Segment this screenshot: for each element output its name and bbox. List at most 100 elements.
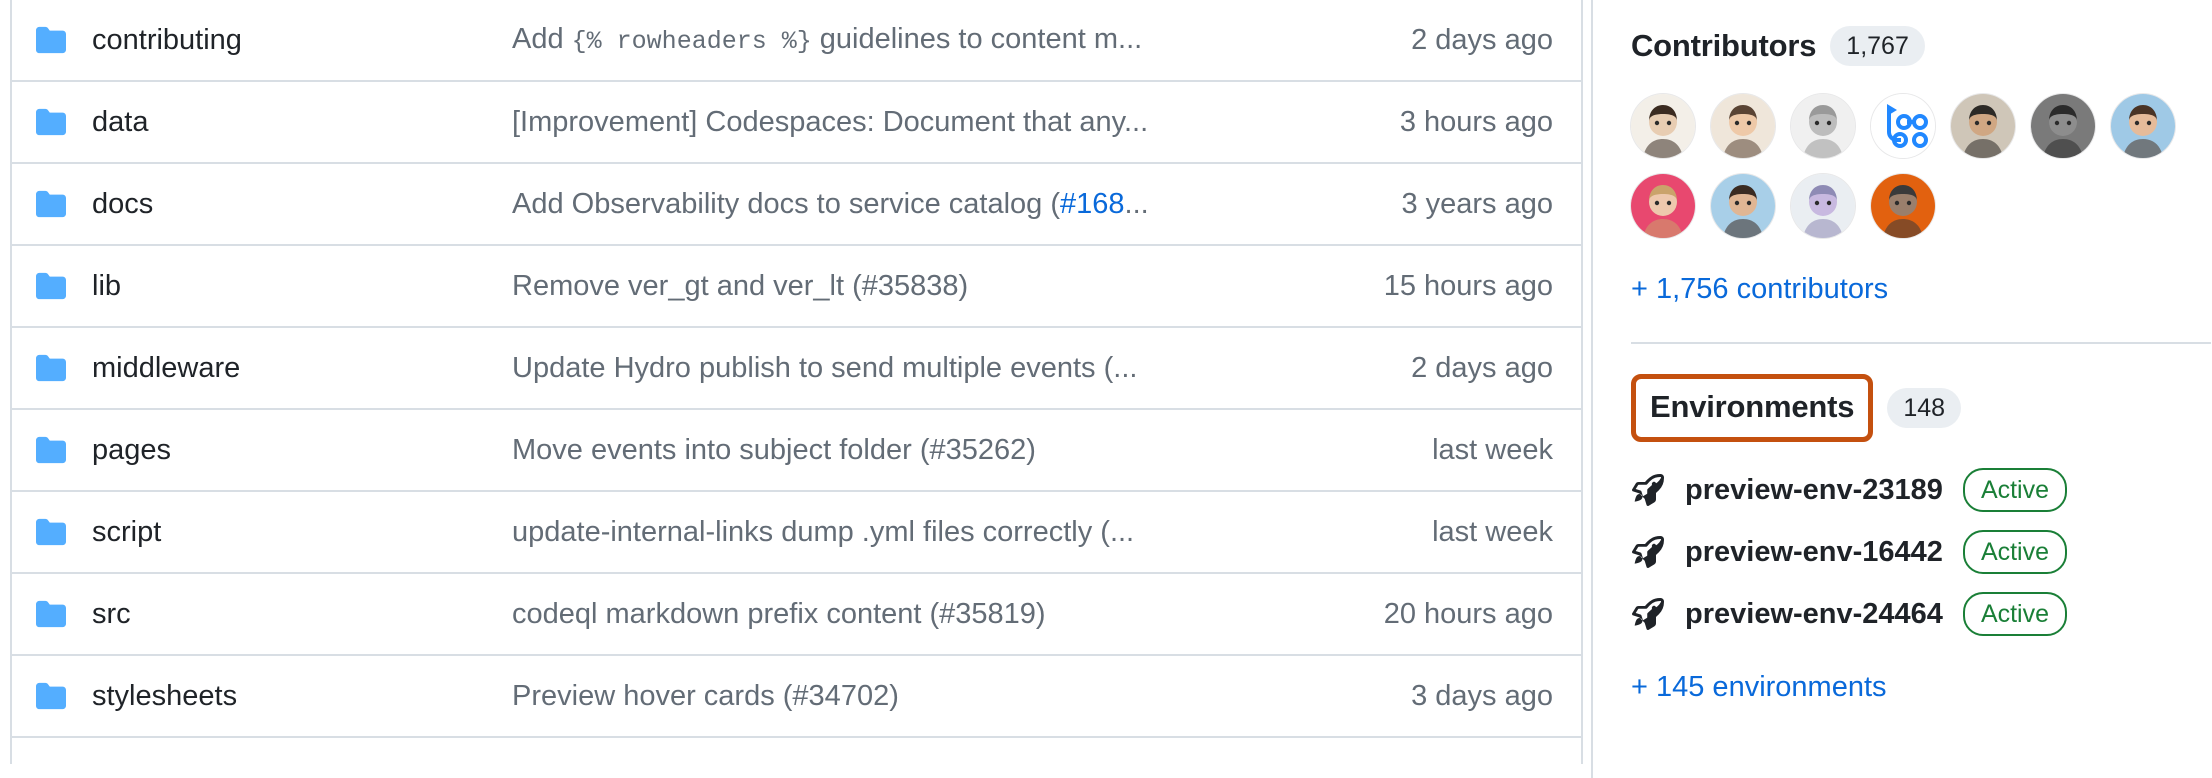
environment-row[interactable]: preview-env-16442 Active bbox=[1631, 530, 2212, 574]
truncation-ellipsis: ... bbox=[1124, 188, 1149, 220]
environment-row[interactable]: preview-env-24464 Active bbox=[1631, 592, 2212, 636]
commit-text: Remove ver_gt and ver_lt (#35838) bbox=[512, 270, 969, 302]
folder-icon bbox=[34, 435, 68, 465]
truncation-ellipsis: ... bbox=[1109, 516, 1135, 548]
status-badge: Active bbox=[1962, 468, 2068, 512]
contributors-header: Contributors 1,767 bbox=[1631, 0, 2212, 66]
table-row[interactable]: docs Add Observability docs to service ca… bbox=[12, 162, 1581, 244]
environments-count-badge: 148 bbox=[1887, 388, 1962, 428]
file-list-panel: contributing Add {% rowheaders %} guideli… bbox=[0, 0, 1593, 778]
commit-date: 2 days ago bbox=[1411, 24, 1553, 56]
commit-message-link[interactable]: codeql markdown prefix content (#35819) bbox=[512, 596, 1291, 632]
commit-text: Add bbox=[512, 22, 572, 55]
commit-message-link[interactable]: Move events into subject folder (#35262) bbox=[512, 432, 1291, 468]
folder-icon bbox=[34, 271, 68, 301]
table-row[interactable]: data [Improvement] Codespaces: Document t… bbox=[12, 80, 1581, 162]
commit-message-link[interactable]: Remove ver_gt and ver_lt (#35838) bbox=[512, 268, 1291, 304]
environments-title[interactable]: Environments bbox=[1650, 388, 1855, 426]
rocket-icon bbox=[1631, 473, 1665, 507]
environment-name-link[interactable]: preview-env-16442 bbox=[1685, 535, 1943, 569]
avatar[interactable] bbox=[1791, 94, 1855, 158]
commit-date: 20 hours ago bbox=[1383, 598, 1553, 630]
commit-date: last week bbox=[1432, 434, 1553, 466]
commit-date: 3 days ago bbox=[1411, 680, 1553, 712]
file-name-link[interactable]: stylesheets bbox=[92, 679, 512, 713]
avatar[interactable] bbox=[2111, 94, 2175, 158]
commit-inline-code: {% rowheaders %} bbox=[571, 26, 812, 56]
contributor-avatar-list bbox=[1631, 94, 2191, 238]
file-name-link[interactable]: middleware bbox=[92, 351, 512, 385]
commit-text: [Improvement] Codespaces: Document that … bbox=[512, 106, 1124, 138]
avatar[interactable] bbox=[1951, 94, 2015, 158]
table-row[interactable] bbox=[12, 736, 1581, 764]
table-row[interactable]: contributing Add {% rowheaders %} guideli… bbox=[12, 0, 1581, 80]
rocket-icon bbox=[1631, 597, 1665, 631]
environment-name-link[interactable]: preview-env-24464 bbox=[1685, 597, 1943, 631]
rocket-icon bbox=[1631, 535, 1665, 569]
table-row[interactable]: lib Remove ver_gt and ver_lt (#35838) 15 h… bbox=[12, 244, 1581, 326]
commit-text: Update Hydro publish to send multiple ev… bbox=[512, 352, 1114, 384]
environments-header: Environments 148 bbox=[1631, 374, 2212, 442]
environment-row[interactable]: preview-env-23189 Active bbox=[1631, 468, 2212, 512]
folder-icon bbox=[34, 25, 68, 55]
table-row[interactable]: script update-internal-links dump .yml fi… bbox=[12, 490, 1581, 572]
file-name-link[interactable]: pages bbox=[92, 433, 512, 467]
file-name-link[interactable]: data bbox=[92, 105, 512, 139]
environment-list: preview-env-23189 Active preview-env-16442… bbox=[1631, 468, 2212, 636]
file-table: contributing Add {% rowheaders %} guideli… bbox=[10, 0, 1583, 764]
commit-text: Add Observability docs to service catalo… bbox=[512, 188, 1061, 220]
environment-name-link[interactable]: preview-env-23189 bbox=[1685, 473, 1943, 507]
avatar[interactable] bbox=[1871, 174, 1935, 238]
file-name-link[interactable]: lib bbox=[92, 269, 512, 303]
commit-text: codeql markdown prefix content (#35819) bbox=[512, 598, 1046, 630]
commit-message-link[interactable]: Preview hover cards (#34702) bbox=[512, 678, 1291, 714]
file-name-link[interactable]: contributing bbox=[92, 23, 512, 57]
commit-date: 3 hours ago bbox=[1399, 106, 1553, 138]
contributors-count-badge: 1,767 bbox=[1830, 26, 1925, 66]
more-environments-link[interactable]: + 145 environments bbox=[1631, 670, 1887, 704]
contributors-section: Contributors 1,767 + 1,756 contributors bbox=[1631, 0, 2212, 306]
commit-date: 3 years ago bbox=[1401, 188, 1553, 220]
avatar[interactable] bbox=[1711, 174, 1775, 238]
status-badge: Active bbox=[1962, 592, 2068, 636]
repository-sidebar: Contributors 1,767 + 1,756 contributors … bbox=[1593, 0, 2212, 778]
avatar[interactable] bbox=[1631, 174, 1695, 238]
table-row[interactable]: pages Move events into subject folder (#3… bbox=[12, 408, 1581, 490]
folder-icon bbox=[34, 107, 68, 137]
truncation-ellipsis: ... bbox=[1118, 22, 1143, 55]
commit-date: 15 hours ago bbox=[1383, 270, 1553, 302]
avatar[interactable] bbox=[1791, 174, 1855, 238]
commit-message-link[interactable]: [Improvement] Codespaces: Document that … bbox=[512, 104, 1291, 140]
file-name-link[interactable]: docs bbox=[92, 187, 512, 221]
commit-message-link[interactable]: update-internal-links dump .yml files co… bbox=[512, 514, 1291, 550]
folder-icon bbox=[34, 189, 68, 219]
truncation-ellipsis: ... bbox=[1124, 106, 1149, 138]
repository-file-browser: contributing Add {% rowheaders %} guideli… bbox=[0, 0, 2212, 778]
avatar[interactable] bbox=[2031, 94, 2095, 158]
avatar[interactable] bbox=[1871, 94, 1935, 158]
truncation-ellipsis: ... bbox=[1113, 352, 1138, 384]
more-contributors-link[interactable]: + 1,756 contributors bbox=[1631, 272, 1888, 306]
table-row[interactable]: stylesheets Preview hover cards (#34702) 3… bbox=[12, 654, 1581, 736]
issue-reference-link[interactable]: #168 bbox=[1060, 188, 1125, 220]
commit-text-cont: guidelines to content m bbox=[811, 22, 1119, 55]
folder-icon bbox=[34, 517, 68, 547]
avatar[interactable] bbox=[1631, 94, 1695, 158]
file-name-link[interactable]: script bbox=[92, 515, 512, 549]
environments-title-highlight: Environments bbox=[1631, 374, 1874, 442]
avatar[interactable] bbox=[1711, 94, 1775, 158]
sidebar-divider bbox=[1631, 342, 2211, 344]
folder-icon bbox=[34, 599, 68, 629]
table-row[interactable]: src codeql markdown prefix content (#3581… bbox=[12, 572, 1581, 654]
commit-message-link[interactable]: Add {% rowheaders %} guidelines to conte… bbox=[512, 21, 1291, 60]
commit-date: last week bbox=[1432, 516, 1553, 548]
commit-message-link[interactable]: Add Observability docs to service catalo… bbox=[512, 186, 1291, 222]
contributors-title[interactable]: Contributors bbox=[1631, 27, 1816, 65]
table-row[interactable]: middleware Update Hydro publish to send m… bbox=[12, 326, 1581, 408]
file-name-link[interactable]: src bbox=[92, 597, 512, 631]
status-badge: Active bbox=[1962, 530, 2068, 574]
commit-text: Preview hover cards (#34702) bbox=[512, 680, 899, 712]
commit-text: update-internal-links dump .yml files co… bbox=[512, 516, 1110, 548]
folder-icon bbox=[34, 353, 68, 383]
commit-message-link[interactable]: Update Hydro publish to send multiple ev… bbox=[512, 350, 1291, 386]
